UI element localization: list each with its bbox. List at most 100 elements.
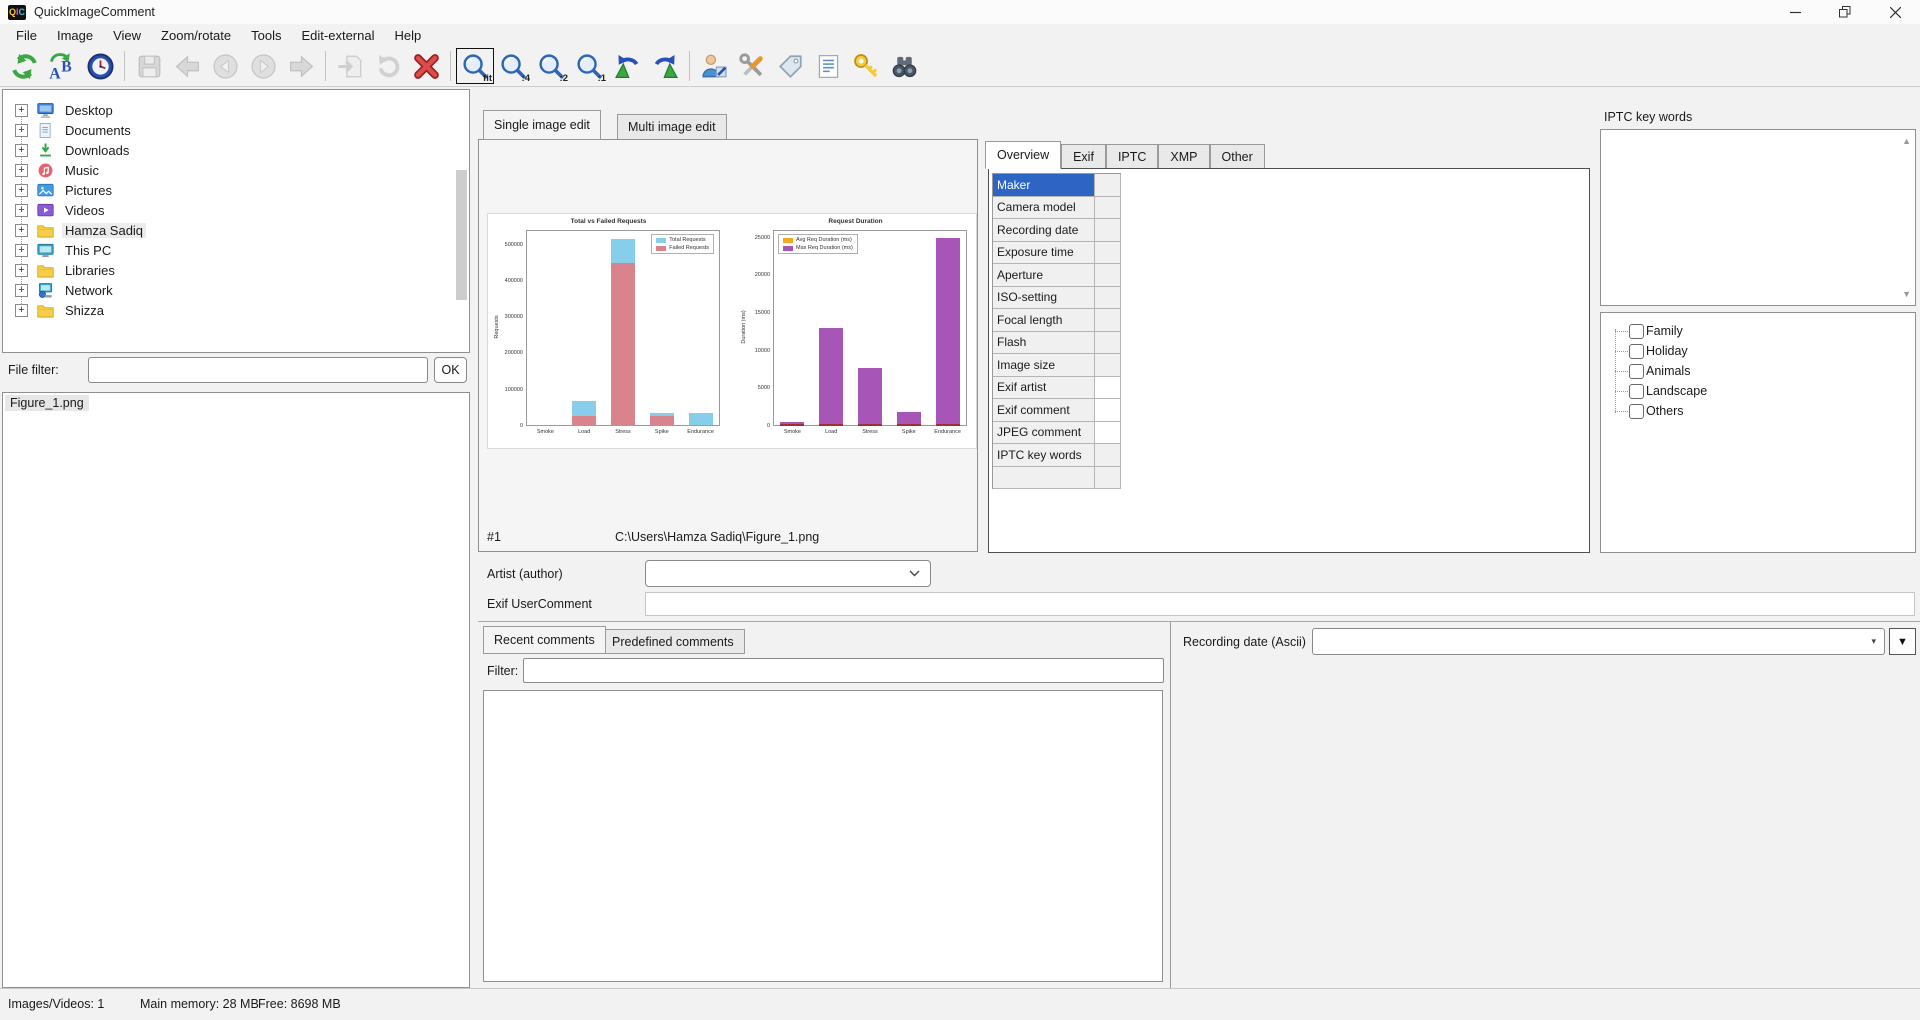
file-item-figure-1-png[interactable]: Figure_1.png [5, 395, 89, 411]
metadata-value-focal-length[interactable] [1095, 309, 1121, 332]
menu-image[interactable]: Image [47, 26, 103, 45]
expand-icon[interactable]: + [15, 164, 28, 177]
tab-overview[interactable]: Overview [985, 141, 1061, 169]
metadata-label-iptc-key-words[interactable]: IPTC key words [993, 444, 1095, 467]
metadata-value-iptc-key-words[interactable] [1095, 444, 1121, 467]
tree-item-this-pc[interactable]: +This PC [7, 240, 453, 260]
timestamp-button[interactable] [81, 48, 119, 84]
expand-icon[interactable]: + [15, 204, 28, 217]
tree-item-shizza[interactable]: +Shizza [7, 300, 453, 320]
metadata-label-exif-comment[interactable]: Exif comment [993, 399, 1095, 422]
settings-button[interactable] [733, 48, 771, 84]
tab-other[interactable]: Other [1210, 144, 1265, 169]
metadata-value-exposure-time[interactable] [1095, 242, 1121, 265]
minimize-button[interactable] [1770, 0, 1820, 24]
tab-single-image-edit[interactable]: Single image edit [483, 110, 601, 140]
zoom-1-1-button[interactable]: :1 [570, 48, 608, 84]
checkbox-landscape[interactable] [1629, 384, 1644, 399]
keyword-row-animals[interactable]: Animals [1609, 361, 1911, 381]
delete-button[interactable] [407, 48, 445, 84]
metadata-label-aperture[interactable]: Aperture [993, 264, 1095, 287]
metadata-label-focal-length[interactable]: Focal length [993, 309, 1095, 332]
tree-item-desktop[interactable]: +Desktop [7, 100, 453, 120]
keyword-row-others[interactable]: Others [1609, 401, 1911, 421]
checkbox-holiday[interactable] [1629, 344, 1644, 359]
expand-icon[interactable]: + [15, 124, 28, 137]
metadata-label-camera-model[interactable]: Camera model [993, 197, 1095, 220]
expand-icon[interactable]: + [15, 224, 28, 237]
tree-item-hamza-sadiq[interactable]: +Hamza Sadiq [7, 220, 453, 240]
tree-item-downloads[interactable]: +Downloads [7, 140, 453, 160]
metadata-value-maker[interactable] [1095, 174, 1121, 197]
tab-recent-comments[interactable]: Recent comments [483, 626, 606, 654]
tab-predefined-comments[interactable]: Predefined comments [601, 629, 745, 654]
recording-date-dropdown-button[interactable]: ▼ [1889, 628, 1916, 655]
checkbox-animals[interactable] [1629, 364, 1644, 379]
tag-button[interactable] [771, 48, 809, 84]
menu-zoom-rotate[interactable]: Zoom/rotate [151, 26, 241, 45]
scroll-down-icon[interactable]: ▼ [1902, 289, 1911, 299]
metadata-label-iso-setting[interactable]: ISO-setting [993, 287, 1095, 310]
metadata-label-empty[interactable] [993, 467, 1095, 490]
rename-button[interactable]: AB [43, 48, 81, 84]
comments-filter-input[interactable] [523, 658, 1164, 683]
metadata-label-maker[interactable]: Maker [993, 174, 1095, 197]
refresh-button[interactable] [5, 48, 43, 84]
menu-edit-external[interactable]: Edit-external [292, 26, 385, 45]
metadata-value-camera-model[interactable] [1095, 197, 1121, 220]
metadata-label-recording-date[interactable]: Recording date [993, 219, 1095, 242]
comments-listbox[interactable] [483, 690, 1163, 982]
tab-multi-image-edit[interactable]: Multi image edit [617, 114, 727, 140]
metadata-value-iso-setting[interactable] [1095, 287, 1121, 310]
menu-help[interactable]: Help [384, 26, 431, 45]
expand-icon[interactable]: + [15, 304, 28, 317]
metadata-value-image-size[interactable] [1095, 354, 1121, 377]
search-button[interactable] [885, 48, 923, 84]
expand-icon[interactable]: + [15, 284, 28, 297]
zoom-1-4-button[interactable]: :4 [494, 48, 532, 84]
tree-item-network[interactable]: +Network [7, 280, 453, 300]
metadata-label-exposure-time[interactable]: Exposure time [993, 242, 1095, 265]
metadata-value-exif-artist[interactable] [1095, 377, 1121, 400]
tab-iptc[interactable]: IPTC [1106, 144, 1158, 169]
tab-xmp[interactable]: XMP [1158, 144, 1209, 169]
file-filter-ok-button[interactable]: OK [434, 357, 467, 383]
menu-tools[interactable]: Tools [241, 26, 291, 45]
metadata-label-exif-artist[interactable]: Exif artist [993, 377, 1095, 400]
metadata-value-empty[interactable] [1095, 467, 1121, 490]
tab-exif[interactable]: Exif [1061, 144, 1106, 169]
tree-scrollbar-thumb[interactable] [456, 170, 467, 300]
user-settings-button[interactable] [695, 48, 733, 84]
metadata-value-recording-date[interactable] [1095, 219, 1121, 242]
metadata-label-flash[interactable]: Flash [993, 332, 1095, 355]
rotate-left-button[interactable] [608, 48, 646, 84]
text-template-button[interactable] [809, 48, 847, 84]
expand-icon[interactable]: + [15, 184, 28, 197]
tree-item-documents[interactable]: +Documents [7, 120, 453, 140]
tree-item-pictures[interactable]: +Pictures [7, 180, 453, 200]
exif-usercomment-field[interactable] [645, 592, 1915, 616]
metadata-value-flash[interactable] [1095, 332, 1121, 355]
expand-icon[interactable]: + [15, 264, 28, 277]
keyword-row-family[interactable]: Family [1609, 321, 1911, 341]
menu-file[interactable]: File [6, 26, 47, 45]
artist-author-combobox[interactable] [645, 560, 931, 587]
checkbox-family[interactable] [1629, 324, 1644, 339]
recording-date-combobox[interactable]: ▾ [1312, 628, 1885, 655]
expand-icon[interactable]: + [15, 104, 28, 117]
checkbox-others[interactable] [1629, 404, 1644, 419]
expand-icon[interactable]: + [15, 144, 28, 157]
tree-item-videos[interactable]: +Videos [7, 200, 453, 220]
close-button[interactable] [1870, 0, 1920, 24]
key-button[interactable] [847, 48, 885, 84]
tree-item-music[interactable]: +Music [7, 160, 453, 180]
zoom-fit-button[interactable]: fit [456, 48, 494, 84]
zoom-1-2-button[interactable]: :2 [532, 48, 570, 84]
scroll-up-icon[interactable]: ▲ [1902, 136, 1911, 146]
metadata-value-aperture[interactable] [1095, 264, 1121, 287]
keyword-row-holiday[interactable]: Holiday [1609, 341, 1911, 361]
file-filter-input[interactable] [88, 357, 428, 383]
metadata-label-image-size[interactable]: Image size [993, 354, 1095, 377]
metadata-label-jpeg-comment[interactable]: JPEG comment [993, 422, 1095, 445]
expand-icon[interactable]: + [15, 244, 28, 257]
